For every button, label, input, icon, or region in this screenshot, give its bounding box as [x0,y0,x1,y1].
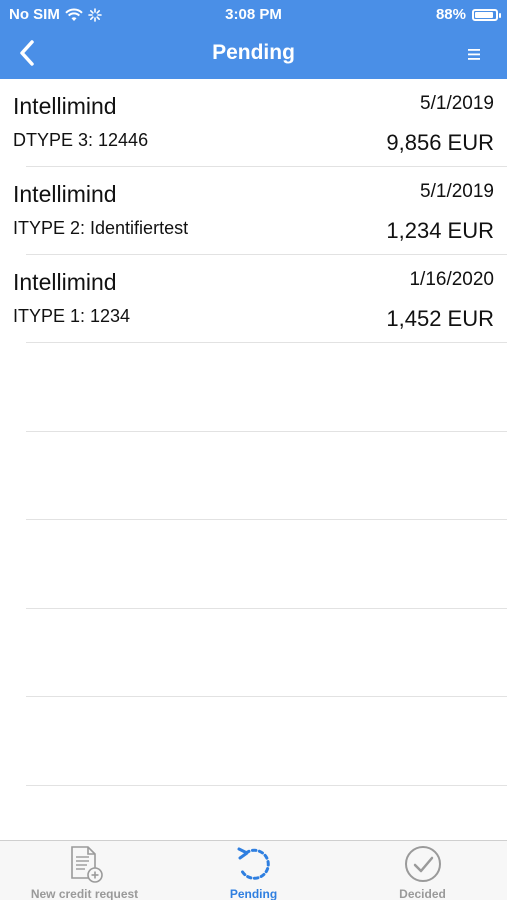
tab-label: New credit request [30,887,139,900]
nav-bar: Pending [0,28,507,79]
header-bar: No SIM 3:08 PM 88% Pending [0,0,507,79]
request-row[interactable]: Intellimind 5/1/2019 ITYPE 2: Identifier… [0,167,507,255]
new-document-icon [65,844,105,884]
tab-decided[interactable]: Decided [338,841,507,900]
checkmark-circle-icon [403,844,443,884]
empty-row [0,432,507,521]
empty-row [0,343,507,432]
request-type: DTYPE 3: 12446 [13,130,149,150]
battery-percent: 88% [435,6,466,23]
empty-row [0,609,507,698]
request-date: 5/1/2019 [420,181,494,202]
tab-label: Decided [399,887,446,900]
request-name: Intellimind [13,93,117,119]
hamburger-menu-icon [468,48,480,60]
request-name: Intellimind [13,181,117,207]
request-row[interactable]: Intellimind 5/1/2019 DTYPE 3: 12446 9,85… [0,79,507,167]
request-type: ITYPE 1: 1234 [13,306,131,326]
request-amount: 1,452 EUR [386,306,494,331]
status-bar: No SIM 3:08 PM 88% [0,0,507,28]
empty-row [0,520,507,609]
tab-pending[interactable]: Pending [169,841,338,900]
request-date: 1/16/2020 [409,269,494,290]
battery-icon [472,8,501,21]
menu-button[interactable] [461,41,487,67]
request-name: Intellimind [13,269,117,295]
tab-label: Pending [229,887,278,900]
status-right: 88% [435,6,501,23]
request-amount: 9,856 EUR [386,130,494,155]
page-title: Pending [212,41,295,64]
tab-bar: New credit request Pending Decided [0,840,507,900]
tab-new-credit-request[interactable]: New credit request [0,841,169,900]
refresh-circle-icon [234,844,274,884]
request-amount: 1,234 EUR [386,218,494,243]
status-time: 3:08 PM [225,6,282,23]
request-date: 5/1/2019 [420,93,494,114]
request-type: ITYPE 2: Identifiertest [13,218,189,238]
empty-row [0,697,507,786]
request-row[interactable]: Intellimind 1/16/2020 ITYPE 1: 1234 1,45… [0,255,507,343]
pending-list: Intellimind 5/1/2019 DTYPE 3: 12446 9,85… [0,79,507,786]
